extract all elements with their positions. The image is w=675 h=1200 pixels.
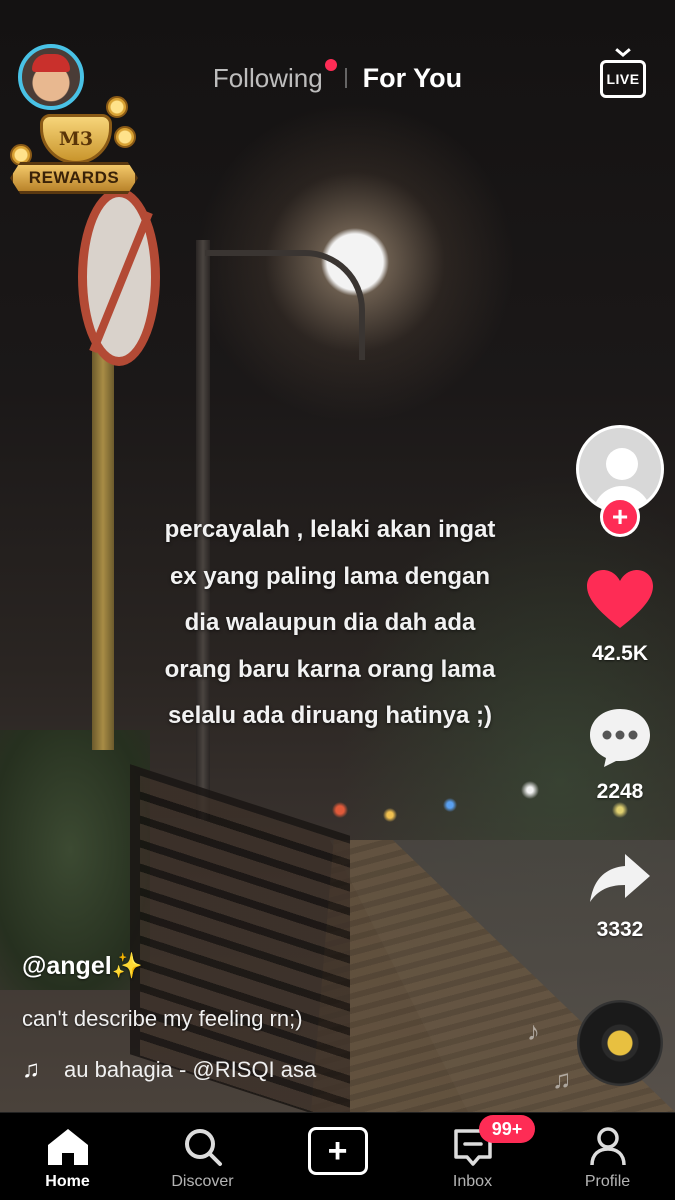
profile-icon — [589, 1125, 626, 1169]
live-button[interactable]: LIVE — [600, 60, 646, 98]
music-info[interactable]: ♫ au bahagia - @RISQI asa — [22, 1055, 372, 1085]
trophy-icon: M3 — [40, 114, 112, 164]
nav-home[interactable]: Home — [0, 1113, 135, 1200]
overlay-line: ex yang paling lama dengan — [169, 562, 491, 590]
overlay-line: percayalah , lelaki akan ingat — [164, 516, 496, 543]
share-button[interactable] — [587, 848, 653, 908]
nav-profile-label: Profile — [584, 1173, 631, 1190]
comment-button[interactable] — [587, 708, 653, 768]
notification-dot — [324, 58, 337, 71]
tab-following-label: Following — [212, 62, 323, 93]
nav-discover[interactable]: Discover — [135, 1113, 270, 1200]
nav-inbox[interactable]: Inbox 99+ — [405, 1113, 540, 1200]
comment-count: 2248 — [596, 780, 644, 803]
music-note-icon: ♫ — [552, 1064, 572, 1094]
rewards-level: M3 — [58, 128, 94, 150]
bottom-navigation: Home Discover + Inbox 99+ Profile — [0, 1112, 675, 1200]
follow-button[interactable]: + — [600, 497, 640, 537]
live-label: LIVE — [606, 71, 640, 87]
nav-profile[interactable]: Profile — [540, 1113, 675, 1200]
share-count: 3332 — [596, 918, 644, 941]
coin-icon — [114, 126, 136, 148]
home-icon — [46, 1125, 90, 1169]
inbox-badge: 99+ — [479, 1115, 535, 1143]
search-icon — [183, 1125, 223, 1169]
overlay-line: selalu ada diruang hatinya ;) — [167, 702, 493, 729]
tab-divider — [344, 68, 347, 88]
like-count: 42.5K — [591, 642, 649, 665]
nav-inbox-label: Inbox — [452, 1173, 493, 1190]
music-disc[interactable] — [577, 1000, 663, 1086]
tab-following[interactable]: Following — [212, 58, 343, 94]
creator-username[interactable]: @angel✨ — [22, 952, 143, 981]
music-icon: ♫ — [22, 1056, 40, 1083]
plus-icon: + — [307, 1127, 368, 1175]
feed-tabs: Following For You — [0, 58, 675, 98]
nav-discover-label: Discover — [171, 1173, 234, 1190]
nav-home-label: Home — [45, 1173, 90, 1190]
coin-icon — [106, 96, 128, 118]
music-track-name: au bahagia - @RISQI asa — [64, 1057, 317, 1082]
music-note-icon: ♪ — [527, 1016, 540, 1046]
rewards-badge[interactable]: M3 REWARDS — [10, 96, 138, 196]
bushes — [0, 730, 150, 990]
video-overlay-text: percayalah , lelaki akan ingat ex yang p… — [100, 507, 560, 740]
overlay-line: orang baru karna orang lama — [164, 655, 496, 683]
nav-create[interactable]: + — [270, 1113, 405, 1200]
no-entry-sign — [78, 188, 160, 366]
overlay-line: dia walaupun dia dah ada — [184, 609, 476, 636]
like-button[interactable] — [587, 570, 653, 630]
heart-icon — [587, 570, 653, 628]
rewards-label: REWARDS — [10, 162, 138, 194]
comment-icon — [590, 709, 650, 767]
tab-for-you[interactable]: For You — [363, 63, 463, 94]
video-description: can't describe my feeling rn;) — [22, 1006, 303, 1031]
share-arrow-icon — [590, 854, 650, 902]
street-lamp-arm — [205, 250, 365, 360]
